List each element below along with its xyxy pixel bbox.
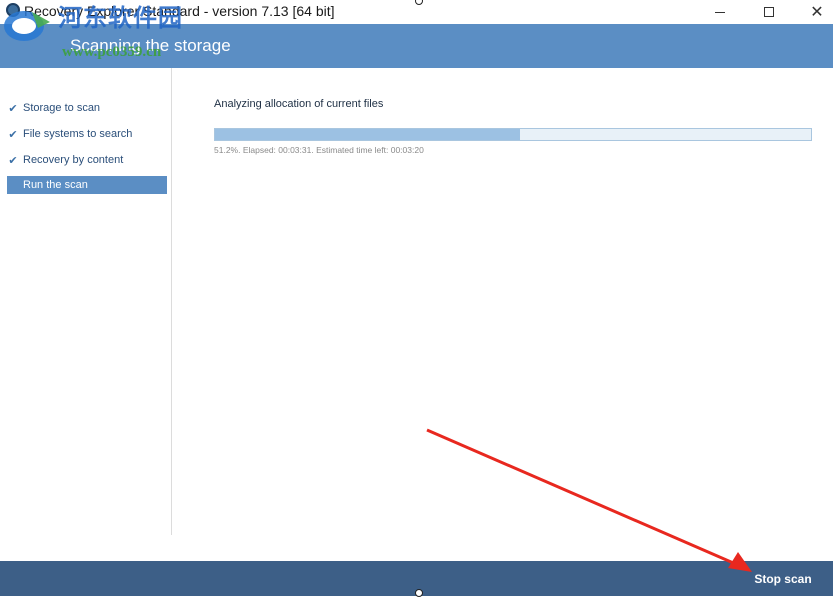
step-label: Run the scan (23, 179, 88, 191)
checkmark-icon: ✔ (8, 102, 18, 115)
checkmark-icon: ✔ (8, 128, 18, 141)
minimize-button[interactable] (697, 0, 743, 24)
scan-progress-bar (214, 128, 812, 141)
step-label: Storage to scan (23, 102, 101, 114)
close-icon: ✕ (810, 4, 824, 21)
maximize-icon (764, 7, 774, 17)
step-run-the-scan[interactable]: Run the scan (7, 176, 167, 194)
close-button[interactable]: ✕ (794, 0, 833, 24)
step-file-systems-to-search[interactable]: ✔ File systems to search (7, 125, 167, 143)
checkmark-icon: ✔ (8, 154, 18, 167)
step-label: Recovery by content (23, 154, 124, 166)
scan-phase-title: Analyzing allocation of current files (214, 98, 384, 110)
maximize-button[interactable] (746, 0, 792, 24)
step-label: File systems to search (23, 128, 133, 140)
step-storage-to-scan[interactable]: ✔ Storage to scan (7, 99, 167, 117)
watermark-logo-icon (4, 11, 50, 41)
minimize-icon (715, 11, 725, 13)
stop-scan-button[interactable]: Stop scan (740, 561, 826, 596)
progress-status-text: 51.2%. Elapsed: 00:03:31. Estimated time… (214, 145, 424, 155)
step-recovery-by-content[interactable]: ✔ Recovery by content (7, 151, 167, 169)
progress-fill (215, 129, 521, 140)
watermark-url: www.pc0359.cn (62, 44, 162, 60)
watermark-text: 河东软件园 (58, 5, 183, 32)
